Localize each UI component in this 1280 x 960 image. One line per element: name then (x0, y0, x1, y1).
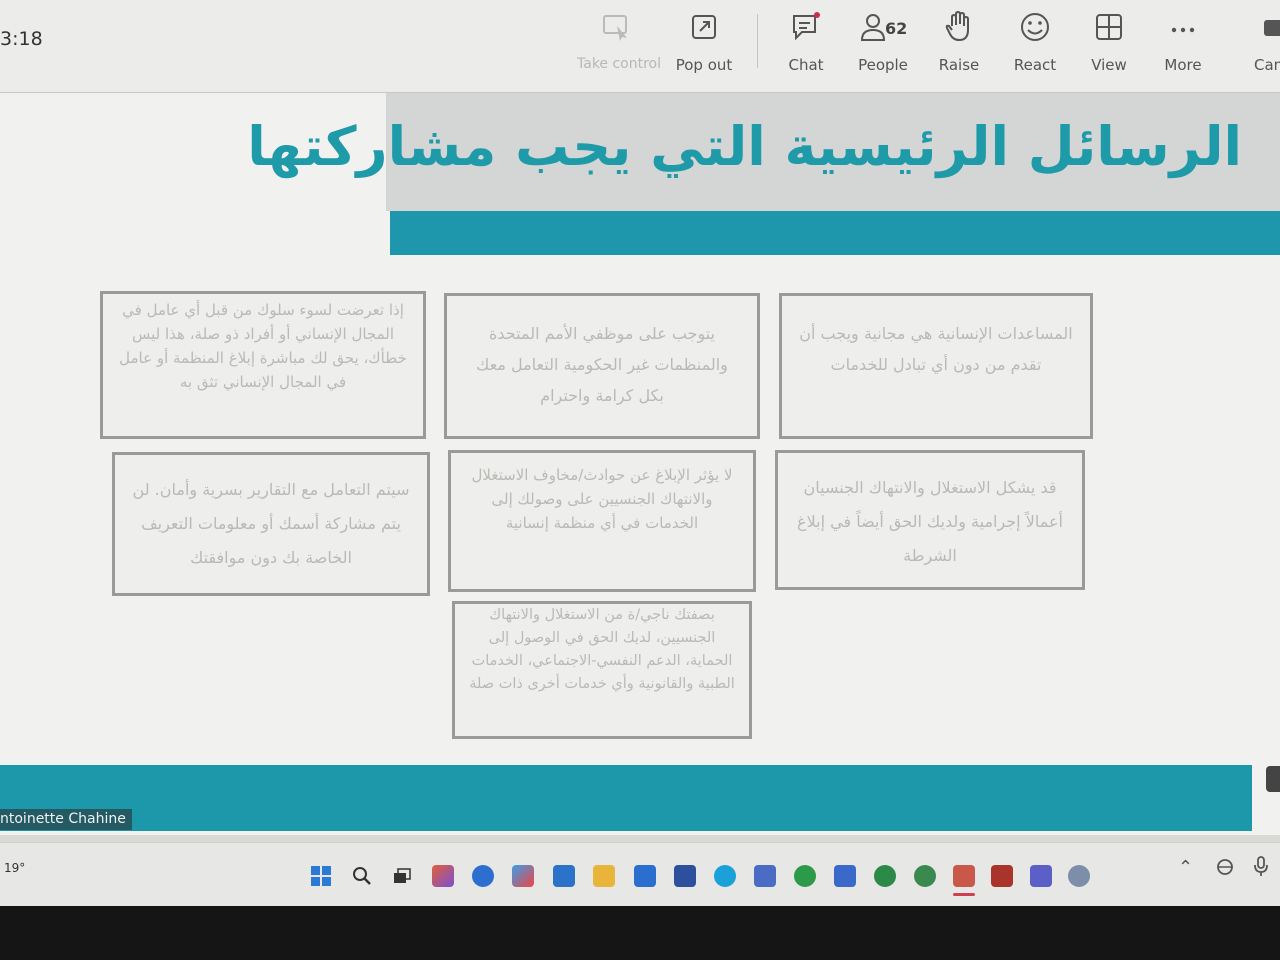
app-icon-outlook[interactable] (834, 865, 856, 887)
take-control-icon (603, 15, 627, 41)
people-button[interactable]: 62 People (844, 10, 922, 86)
side-panel-handle[interactable] (1266, 766, 1280, 792)
monitor-bezel (0, 906, 1280, 960)
message-box-5: لا يؤثر الإبلاغ عن حوادث/مخاوف الاستغلال… (448, 450, 756, 592)
presenter-name-label: ntoinette Chahine (0, 809, 132, 830)
tray-overflow-chevron-icon[interactable]: ⌃ (1178, 857, 1193, 878)
teams-app-icon[interactable] (1030, 865, 1052, 887)
windows-taskbar: 19° ⌃ (0, 842, 1280, 907)
message-box-4: قد يشكل الاستغلال والانتهاك الجنسيان أعم… (775, 450, 1085, 590)
people-count: 62 (885, 19, 908, 38)
pop-out-button[interactable]: Pop out (665, 10, 743, 86)
camera-button[interactable]: Cam (1246, 10, 1280, 86)
message-box-2: يتوجب على موظفي الأمم المتحدة والمنظمات … (444, 293, 760, 439)
camera-icon (1264, 20, 1280, 36)
view-button[interactable]: View (1070, 10, 1148, 86)
app-icon-red[interactable] (991, 865, 1013, 887)
view-label: View (1091, 56, 1127, 74)
network-icon[interactable] (1214, 857, 1236, 875)
chrome-browser-icon[interactable] (794, 865, 816, 887)
chat-label: Chat (788, 56, 824, 74)
react-icon (1021, 13, 1049, 41)
take-control-button[interactable]: Take control (577, 10, 662, 86)
view-icon (1096, 14, 1122, 40)
message-box-6: سيتم التعامل مع التقارير بسرية وأمان. لن… (112, 452, 430, 596)
pop-out-label: Pop out (675, 56, 733, 74)
message-box-3: إذا تعرضت لسوء سلوك من قبل أي عامل في ال… (100, 291, 426, 439)
more-button[interactable]: More (1144, 10, 1222, 86)
microphone-icon[interactable] (1252, 855, 1270, 877)
app-icon-pin[interactable] (1068, 865, 1090, 887)
task-view-icon[interactable] (391, 865, 413, 887)
meeting-toolbar: 3:18 Take control Pop out Chat 62 People (0, 0, 1280, 93)
message-box-7: بصفتك ناجي/ة من الاستغلال والانتهاك الجن… (452, 601, 752, 739)
copilot-app-icon[interactable] (432, 865, 454, 887)
windows-start-icon[interactable] (310, 865, 332, 887)
app-icon-edit[interactable] (634, 865, 656, 887)
people-label: People (858, 56, 908, 74)
raise-hand-icon (945, 10, 969, 42)
pop-out-icon (692, 15, 716, 39)
edge-browser-icon[interactable] (714, 865, 736, 887)
meeting-timer: 3:18 (0, 28, 43, 50)
toolbar-divider (757, 14, 758, 68)
file-explorer-icon[interactable] (593, 865, 615, 887)
more-label: More (1164, 56, 1202, 74)
title-stripe (390, 211, 1280, 255)
shared-slide: الرسائل الرئيسية التي يجب مشاركتها المسا… (0, 93, 1280, 835)
react-button[interactable]: React (996, 10, 1074, 86)
search-icon[interactable] (351, 865, 373, 887)
slide-title: الرسائل الرئيسية التي يجب مشاركتها (247, 115, 1242, 178)
slide-bottom-band (0, 765, 1252, 831)
app-icon-grid[interactable] (754, 865, 776, 887)
app-icon-green-circle[interactable] (874, 865, 896, 887)
raise-hand-button[interactable]: Raise (920, 10, 998, 86)
camera-label: Cam (1254, 56, 1280, 74)
more-icon (1171, 27, 1195, 33)
title-band: الرسائل الرئيسية التي يجب مشاركتها (247, 93, 1280, 211)
take-control-label: Take control (577, 56, 662, 72)
chat-icon (793, 12, 820, 41)
message-box-1: المساعدات الإنسانية هي مجانية ويجب أن تق… (779, 293, 1093, 439)
app-icon-green-circle-2[interactable] (914, 865, 936, 887)
store-app-icon[interactable] (512, 865, 534, 887)
app-icon-blue-circle[interactable] (472, 865, 494, 887)
app-icon-mail[interactable] (553, 865, 575, 887)
app-icon-dark-blue[interactable] (674, 865, 696, 887)
chat-button[interactable]: Chat (767, 10, 845, 86)
app-icon-active[interactable] (953, 865, 975, 896)
raise-hand-label: Raise (938, 56, 980, 74)
react-label: React (1013, 56, 1057, 74)
weather-widget[interactable]: 19° (4, 861, 25, 875)
